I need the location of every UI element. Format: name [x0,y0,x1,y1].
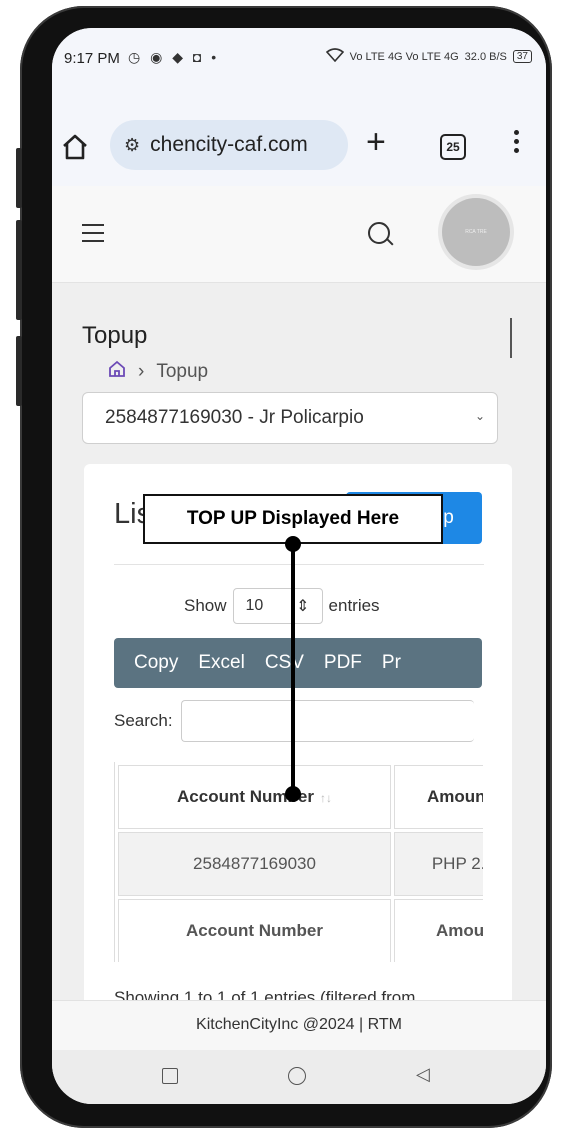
column-header-amount[interactable]: Amount↑↓ [394,765,483,829]
sort-updown-icon: ⇕ [296,598,310,615]
table-row: 2584877169030 PHP 2.00 [118,832,483,896]
power-button [16,336,22,406]
home-circle-icon[interactable] [288,1067,306,1085]
breadcrumb: › Topup [108,360,208,383]
table-header-row: Account Number↑↓ Amount↑↓ [118,765,483,829]
show-label: Show [184,596,227,615]
breadcrumb-home-icon[interactable] [108,360,126,383]
site-settings-icon[interactable]: ⚙ [124,135,140,156]
pdf-button[interactable]: PDF [324,652,362,674]
url-bar[interactable]: ⚙ chencity-caf.com [110,120,348,170]
annotation-dot-bottom [285,786,301,802]
cell-account-number: 2584877169030 [118,832,392,896]
column-header-account-number[interactable]: Account Number ↑↓ [118,765,392,829]
android-nav-bar: ◁ [52,1050,546,1104]
entries-label: entries [328,596,380,615]
new-tab-icon[interactable]: + [366,122,386,162]
avatar[interactable]: RCA TRE [442,198,510,266]
search-label: Search: [114,711,173,730]
breadcrumb-current: Topup [156,360,209,382]
network-indicator: Vo LTE 4G Vo LTE 4G [349,50,459,63]
avatar-text: RCA TRE [465,229,487,235]
status-bar: 9:17 PM ◷ ◉ ◆ ◘ • Vo LTE 4G Vo LTE 4G 32… [52,28,546,82]
url-text[interactable]: chencity-caf.com [150,133,308,157]
topup-card: List of Topup Topup Show 10 ⇕ entries Co… [84,464,512,1084]
browser-toolbar: ⚙ chencity-caf.com + 25 [52,82,546,187]
phone-screen: 9:17 PM ◷ ◉ ◆ ◘ • Vo LTE 4G Vo LTE 4G 32… [52,28,546,1104]
chevron-down-icon: ⌄ [474,409,485,423]
divider [114,564,484,565]
status-time: 9:17 PM [64,50,120,67]
search-input[interactable] [180,700,474,742]
scroll-indicator [510,318,512,358]
network-speed: 32.0 B/S [464,50,507,63]
annotation-line [291,542,295,794]
notification-icons: ◷ ◉ ◆ ◘ • [128,49,220,65]
tab-switcher-button[interactable]: 25 [440,134,466,160]
table-footer-row: Account Number Amount [118,899,483,962]
chevron-right-icon: › [138,360,145,382]
volume-up-button [16,148,22,208]
export-buttons: Copy Excel CSV PDF Pr [114,638,482,688]
recent-apps-icon[interactable] [162,1068,178,1084]
hamburger-menu-icon[interactable] [82,224,104,248]
page-footer: KitchenCityInc @2024 | RTM [52,1000,546,1051]
footer-amount: Amount [394,899,483,962]
volume-down-button [16,220,22,320]
csv-button[interactable]: CSV [265,652,304,674]
app-header: RCA TRE [52,186,546,283]
account-select[interactable]: 2584877169030 - Jr Policarpio ⌄ [82,392,498,444]
search-icon[interactable] [368,222,390,244]
back-triangle-icon[interactable]: ◁ [416,1064,430,1085]
copy-button[interactable]: Copy [134,652,178,674]
wifi-icon [325,48,344,65]
excel-button[interactable]: Excel [198,652,244,674]
more-menu-icon[interactable] [514,130,520,157]
sort-icon: ↑↓ [320,791,332,805]
account-select-value: 2584877169030 - Jr Policarpio [105,407,364,428]
entries-length-control: Show 10 ⇕ entries [184,588,380,624]
footer-account-number: Account Number [118,899,392,962]
home-icon[interactable] [60,132,92,164]
page-title: Topup [82,322,148,349]
entries-value: 10 [245,597,264,614]
battery-icon: 37 [512,50,532,63]
print-button[interactable]: Pr [382,652,401,674]
cell-amount: PHP 2.00 [394,832,483,896]
entries-select[interactable]: 10 ⇕ [232,588,323,624]
